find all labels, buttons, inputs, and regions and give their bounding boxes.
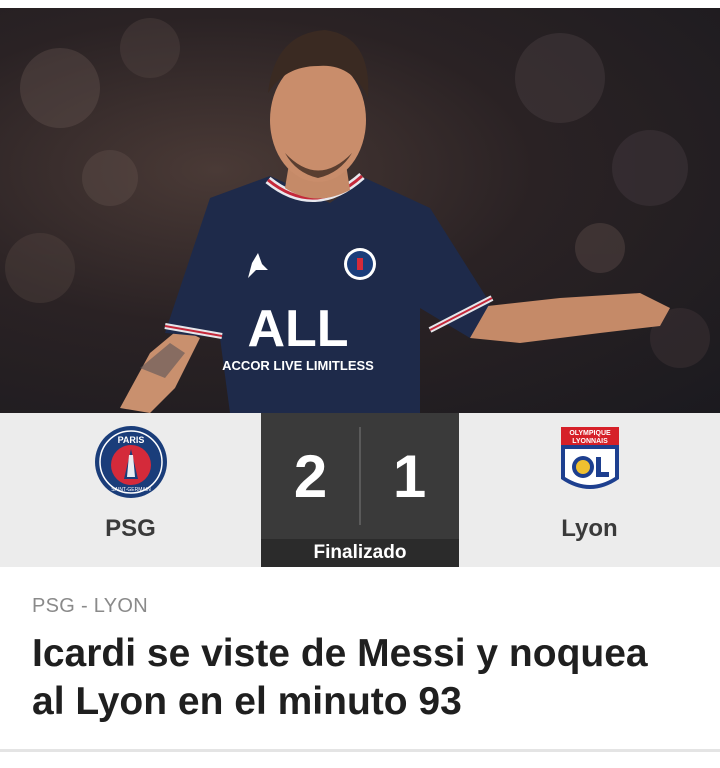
- home-team[interactable]: PARIS SAINT-GERMAIN PSG: [0, 413, 261, 567]
- top-strip: [0, 0, 720, 8]
- svg-text:PARIS: PARIS: [117, 435, 144, 445]
- svg-text:OLYMPIQUE: OLYMPIQUE: [569, 430, 611, 437]
- svg-text:SAINT-GERMAIN: SAINT-GERMAIN: [111, 487, 151, 493]
- scoreboard[interactable]: PARIS SAINT-GERMAIN PSG 2 1 Finalizado O…: [0, 413, 720, 567]
- article-headline[interactable]: Icardi se viste de Messi y noquea al Lyo…: [32, 630, 688, 726]
- svg-text:LYONNAIS: LYONNAIS: [572, 438, 608, 445]
- psg-crest-icon: PARIS SAINT-GERMAIN: [94, 426, 167, 498]
- away-team-name: Lyon: [561, 515, 618, 542]
- jersey-sponsor: ALL: [247, 300, 348, 358]
- article[interactable]: PSG - LYON Icardi se viste de Messi y no…: [0, 567, 720, 726]
- away-team[interactable]: OLYMPIQUE LYONNAIS Lyon: [459, 413, 720, 567]
- divider: [0, 749, 720, 752]
- home-score: 2: [293, 443, 328, 510]
- score-box: 2 1 Finalizado: [261, 413, 459, 567]
- match-status: Finalizado: [261, 539, 459, 567]
- hero-image[interactable]: ALL ACCOR LIVE LIMITLESS: [0, 8, 720, 413]
- away-score: 1: [392, 443, 427, 510]
- article-kicker[interactable]: PSG - LYON: [32, 595, 688, 618]
- jersey-sponsor-sub: ACCOR LIVE LIMITLESS: [222, 358, 374, 373]
- player-illustration: ALL ACCOR LIVE LIMITLESS: [5, 18, 710, 413]
- home-team-name: PSG: [105, 515, 156, 542]
- lyon-crest-icon: OLYMPIQUE LYONNAIS: [560, 427, 619, 489]
